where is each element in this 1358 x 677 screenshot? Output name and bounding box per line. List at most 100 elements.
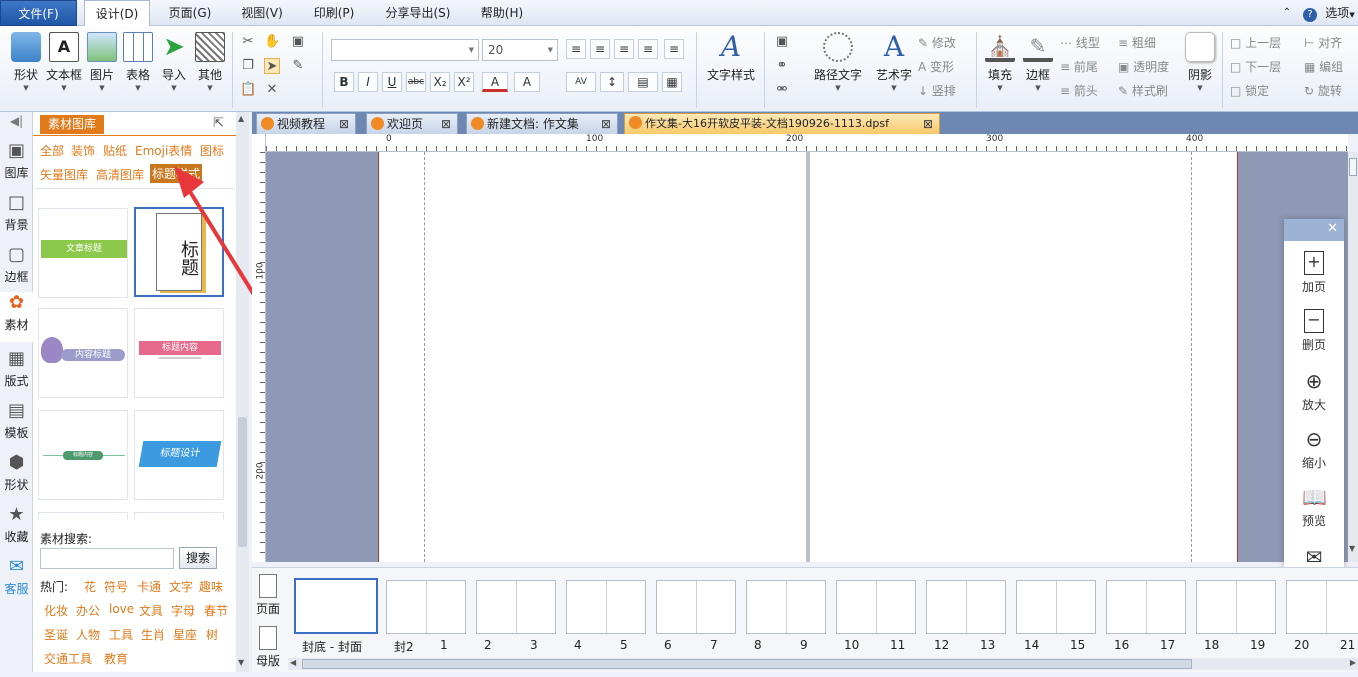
close-tab-icon[interactable]: ⊠	[923, 114, 933, 134]
format-brush-icon[interactable]: ✎	[290, 58, 306, 74]
cat-decoration[interactable]: 装饰	[71, 142, 95, 159]
hot-tag[interactable]: 文字	[169, 578, 193, 595]
hot-tag[interactable]: love	[109, 602, 134, 616]
rotate-button[interactable]: ↻ 旋转	[1304, 82, 1342, 99]
align-button[interactable]: ⊢ 对齐	[1304, 34, 1342, 51]
popout-icon[interactable]: ⇱	[213, 116, 224, 131]
hot-tag[interactable]: 花	[84, 578, 96, 595]
collapse-ribbon-icon[interactable]: ⌃	[1280, 0, 1294, 26]
menu-help[interactable]: 帮助(H)	[472, 0, 532, 26]
hot-tag[interactable]: 教育	[104, 650, 128, 667]
justify-icon[interactable]: ≡	[638, 39, 658, 59]
scroll-down-icon[interactable]: ▼	[1349, 544, 1355, 553]
menu-share-export[interactable]: 分享导出(S)	[376, 0, 460, 26]
thumb-spread[interactable]	[836, 580, 916, 634]
columns-icon[interactable]: ▤	[628, 72, 658, 92]
hot-tag[interactable]: 符号	[104, 578, 128, 595]
shadow-button[interactable]: 阴影 ▼	[1182, 32, 1218, 92]
align-right-icon[interactable]: ≡	[614, 39, 634, 59]
font-grow-button[interactable]: A	[514, 72, 540, 92]
unlink-icon[interactable]: ⚮	[774, 82, 790, 98]
text-style-button[interactable]: A 文字样式	[704, 32, 758, 83]
lock-button[interactable]: □ 锁定	[1230, 82, 1269, 99]
tool-support[interactable]: ✉ 客服	[0, 556, 33, 597]
border-button[interactable]: ✎ 边框 ▼	[1020, 32, 1056, 92]
copy-icon[interactable]: ❐	[240, 58, 256, 74]
text-direction-icon[interactable]: ▦	[662, 72, 682, 92]
menu-print[interactable]: 印刷(P)	[304, 0, 364, 26]
scroll-up-icon[interactable]: ▲	[238, 114, 244, 123]
master-view-button[interactable]: 母版	[254, 626, 282, 669]
thumb-spread[interactable]	[1106, 580, 1186, 634]
char-spacing-icon[interactable]: AV	[566, 72, 596, 92]
hot-tag[interactable]: 卡通	[137, 578, 161, 595]
menu-design[interactable]: 设计(D)	[84, 0, 150, 27]
thumb-spread[interactable]	[1196, 580, 1276, 634]
menu-file[interactable]: 文件(F)	[0, 0, 77, 26]
tab-anthology-document[interactable]: 作文集-大16开软皮平装-文档190926-1113.dpsf ⊠	[624, 113, 940, 134]
hot-tag[interactable]: 春节	[204, 602, 228, 619]
search-button[interactable]: 搜索	[179, 547, 217, 569]
bold-button[interactable]: B	[334, 72, 354, 92]
thumb-spread[interactable]	[746, 580, 826, 634]
cut-icon[interactable]: ✂	[240, 34, 256, 50]
select-pointer-icon[interactable]: ➤	[264, 58, 280, 74]
delete-page-button[interactable]: − 删页	[1284, 309, 1344, 353]
hot-tag[interactable]: 字母	[171, 602, 195, 619]
preview-button[interactable]: 📖 预览	[1284, 485, 1344, 529]
hot-tag[interactable]: 星座	[173, 626, 197, 643]
line-head-button[interactable]: ≡ 前尾	[1060, 58, 1098, 75]
thumb-scroll-thumb[interactable]	[302, 659, 1192, 669]
add-page-button[interactable]: + 加页	[1284, 251, 1344, 295]
tab-video-tutorial[interactable]: 视频教程 ⊠	[256, 113, 356, 134]
tool-material[interactable]: ✿ 素材	[0, 292, 33, 342]
thumb-spread[interactable]	[926, 580, 1006, 634]
thumb-spread[interactable]	[1286, 580, 1358, 634]
material-thumb[interactable]: 标题内容	[38, 410, 128, 500]
scroll-right-icon[interactable]: ▶	[1350, 658, 1356, 667]
zoom-in-button[interactable]: ⊕ 放大	[1284, 369, 1344, 413]
font-family-select[interactable]: ▼	[331, 39, 479, 61]
tool-shape[interactable]: ⬢ 形状	[0, 452, 33, 493]
thumb-spread[interactable]	[386, 580, 466, 634]
other-button[interactable]: 其他 ▼	[194, 32, 226, 92]
hot-tag[interactable]: 圣诞	[44, 626, 68, 643]
thumb-cover-spread[interactable]	[294, 578, 378, 634]
cat-all[interactable]: 全部	[40, 142, 64, 159]
hot-tag[interactable]: 工具	[109, 626, 133, 643]
page-front-cover[interactable]	[810, 152, 1238, 562]
font-color-button[interactable]: A	[482, 72, 508, 92]
material-search-input[interactable]	[40, 548, 174, 569]
image-frame-icon[interactable]: ▣	[774, 34, 790, 50]
hot-tag[interactable]: 趣味	[199, 578, 223, 595]
insert-picture-button[interactable]: 图片 ▼	[86, 32, 118, 92]
canvas-scroll-thumb[interactable]	[1349, 158, 1357, 176]
group-button[interactable]: ▦ 编组	[1304, 58, 1343, 75]
thumb-spread[interactable]	[1016, 580, 1096, 634]
tool-border[interactable]: ▢ 边框	[0, 244, 33, 285]
thumb-spread[interactable]	[656, 580, 736, 634]
line-weight-button[interactable]: ≡ 粗细	[1118, 34, 1156, 51]
style-brush-button[interactable]: ✎ 样式刷	[1118, 82, 1168, 99]
hot-tag[interactable]: 办公	[76, 602, 100, 619]
menu-page[interactable]: 页面(G)	[160, 0, 220, 26]
tool-background[interactable]: □ 背景	[0, 192, 33, 233]
art-text-button[interactable]: A 艺术字 ▼	[872, 32, 916, 93]
font-size-select[interactable]: 20 ▼	[482, 39, 558, 61]
tool-favorites[interactable]: ★ 收藏	[0, 504, 33, 545]
scroll-down-icon[interactable]: ▼	[238, 658, 244, 667]
line-arrow-button[interactable]: ≡ 箭头	[1060, 82, 1098, 99]
thumb-spread[interactable]	[476, 580, 556, 634]
close-icon[interactable]: ✕	[1327, 221, 1338, 236]
tool-gallery[interactable]: ▣ 图库	[0, 140, 33, 181]
import-button[interactable]: ➤ 导入 ▼	[158, 32, 190, 92]
hot-tag[interactable]: 生肖	[141, 626, 165, 643]
close-tab-icon[interactable]: ⊠	[339, 114, 349, 134]
cat-icon[interactable]: 图标	[200, 142, 224, 159]
material-thumb[interactable]: 文章标题	[38, 208, 128, 298]
align-left-icon[interactable]: ≡	[566, 39, 586, 59]
collapse-panel-icon[interactable]: ◀|	[0, 114, 33, 128]
hot-tag[interactable]: 人物	[76, 626, 100, 643]
hot-tag[interactable]: 化妆	[44, 602, 68, 619]
art-transform-button[interactable]: A 变形	[918, 58, 954, 75]
